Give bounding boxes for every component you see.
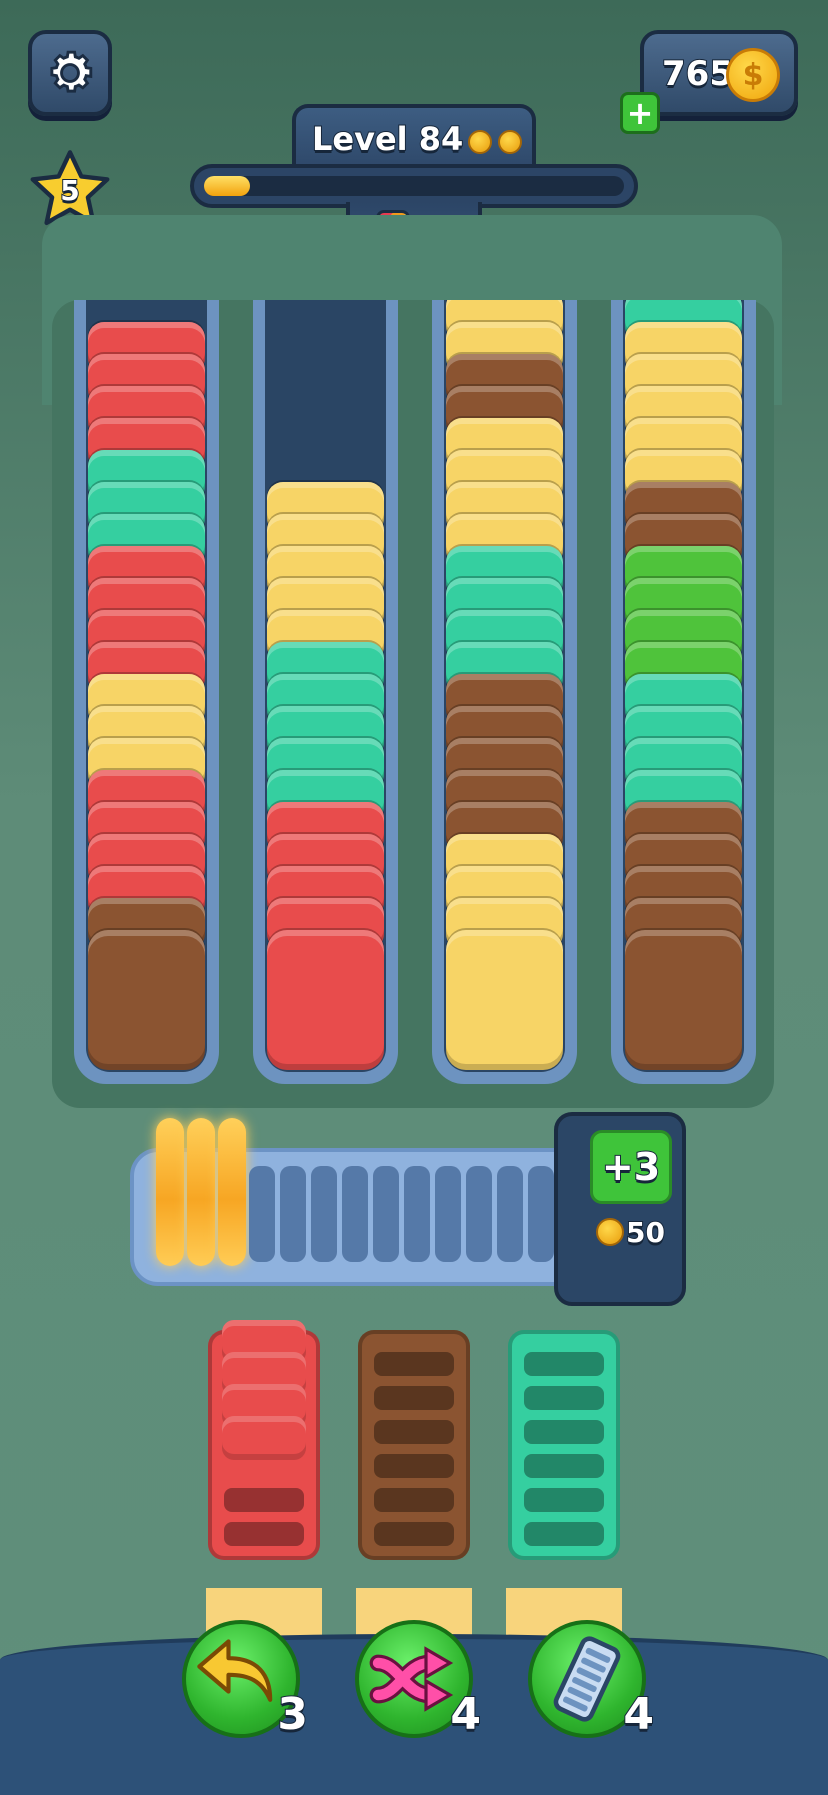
coin-count: 765 bbox=[661, 53, 734, 95]
coin-balance: 765 $ bbox=[640, 30, 798, 116]
tube-3[interactable] bbox=[432, 300, 577, 1084]
add-slots-label: +3 bbox=[590, 1130, 672, 1204]
chip-brown bbox=[625, 930, 742, 1070]
add-slots-button[interactable]: +3 50 bbox=[554, 1112, 686, 1306]
progress-dot-icon bbox=[498, 130, 522, 154]
progress-dot-icon bbox=[468, 130, 492, 154]
empty-slot bbox=[280, 1166, 306, 1262]
empty-slot bbox=[342, 1166, 368, 1262]
tray-teal[interactable] bbox=[508, 1330, 620, 1560]
tube-1[interactable] bbox=[74, 300, 219, 1084]
chip-red bbox=[267, 930, 384, 1070]
tray-slot bbox=[524, 1454, 604, 1478]
level-title: Level 84 bbox=[311, 119, 464, 159]
shuffle-icon bbox=[369, 1646, 454, 1712]
tray-slot bbox=[374, 1454, 454, 1478]
tray-slot bbox=[374, 1386, 454, 1410]
tube-2[interactable] bbox=[253, 300, 398, 1084]
buffer-conveyor bbox=[130, 1118, 586, 1286]
gear-icon bbox=[50, 50, 93, 93]
empty-slot bbox=[528, 1166, 554, 1262]
tray-slot bbox=[524, 1352, 604, 1376]
empty-slot bbox=[404, 1166, 430, 1262]
tray-slot bbox=[374, 1522, 454, 1546]
extra-tray-button[interactable]: 4 bbox=[528, 1620, 655, 1741]
tray-count: 4 bbox=[622, 1688, 655, 1741]
filled-slot-chip bbox=[218, 1118, 246, 1266]
plus-icon: + bbox=[626, 94, 654, 132]
empty-slot bbox=[373, 1166, 399, 1262]
tray-icon bbox=[553, 1636, 621, 1722]
tray-slot bbox=[374, 1488, 454, 1512]
filled-slot-chip bbox=[187, 1118, 215, 1266]
undo-button[interactable]: 3 bbox=[182, 1620, 309, 1741]
empty-slot bbox=[435, 1166, 461, 1262]
empty-slot bbox=[497, 1166, 523, 1262]
empty-slot bbox=[466, 1166, 492, 1262]
tray-slot bbox=[374, 1420, 454, 1444]
tray-slot bbox=[524, 1522, 604, 1546]
tray-brown[interactable] bbox=[358, 1330, 470, 1560]
tray-slot bbox=[224, 1488, 304, 1512]
empty-slot bbox=[311, 1166, 337, 1262]
coin-icon bbox=[596, 1218, 624, 1246]
chip-yellow bbox=[446, 930, 563, 1070]
progress-fill bbox=[204, 176, 251, 196]
chip-brown bbox=[88, 930, 205, 1070]
star-count: 5 bbox=[59, 173, 80, 208]
tray-slot bbox=[524, 1488, 604, 1512]
tray-slot bbox=[524, 1420, 604, 1444]
empty-slot bbox=[249, 1166, 275, 1262]
shuffle-button[interactable]: 4 bbox=[355, 1620, 482, 1741]
tray-red[interactable] bbox=[208, 1320, 320, 1560]
shuffle-count: 4 bbox=[449, 1688, 482, 1741]
undo-icon bbox=[197, 1639, 273, 1702]
tray-slot bbox=[224, 1522, 304, 1546]
coin-icon: $ bbox=[726, 48, 780, 102]
add-slots-price: 50 bbox=[625, 1215, 666, 1250]
tube-4[interactable] bbox=[611, 300, 756, 1084]
tray-slot bbox=[524, 1386, 604, 1410]
undo-count: 3 bbox=[276, 1688, 309, 1741]
filled-slot-chip bbox=[156, 1118, 184, 1266]
settings-button[interactable] bbox=[28, 30, 112, 116]
tray-chip-red bbox=[222, 1416, 306, 1460]
buy-coins-button[interactable]: + bbox=[620, 92, 660, 134]
tray-slot bbox=[374, 1352, 454, 1376]
